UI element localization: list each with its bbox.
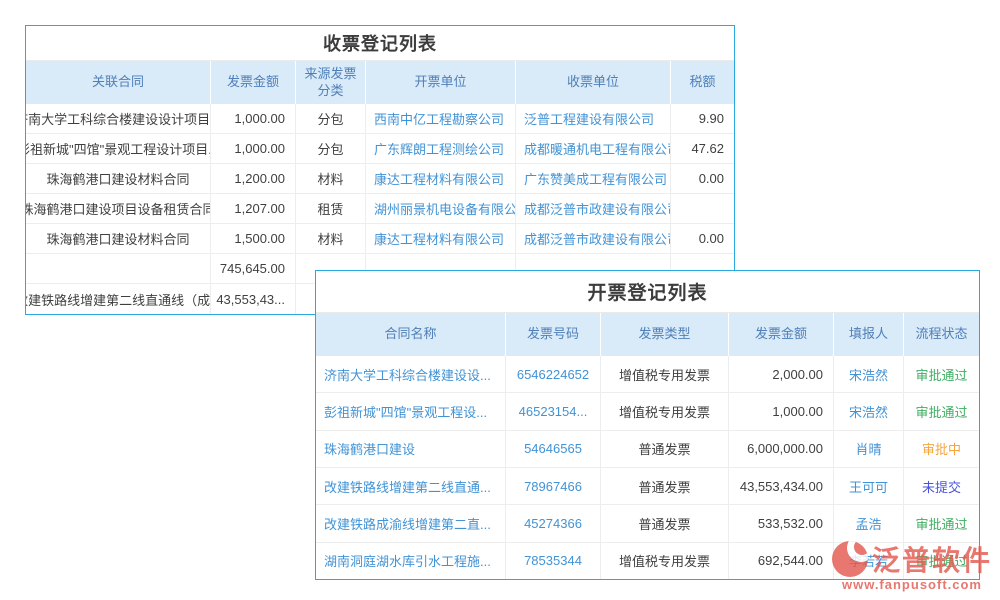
- cell-invoice-number-link[interactable]: 6546224652: [506, 356, 601, 392]
- receipt-table-header: 关联合同 发票金额 来源发票分类 开票单位 收票单位 税额: [26, 61, 734, 104]
- cell-issuing-unit-link[interactable]: 康达工程材料有限公司: [366, 164, 516, 193]
- cell-source-category: 分包: [296, 134, 366, 163]
- cell-source-category: 租赁: [296, 194, 366, 223]
- cell-invoice-number-link[interactable]: 46523154...: [506, 393, 601, 429]
- watermark: 泛普软件 www.fanpusoft.com: [832, 539, 992, 592]
- table-row: 改建铁路成渝线增建第二直... 45274366 普通发票 533,532.00…: [316, 505, 979, 542]
- cell-invoice-type: 增值税专用发票: [601, 543, 729, 579]
- cell-invoice-number-link[interactable]: 54646565: [506, 431, 601, 467]
- cell-invoice-number-link[interactable]: 78535344: [506, 543, 601, 579]
- cell-receiving-unit-link[interactable]: 广东赞美成工程有限公司: [516, 164, 671, 193]
- cell-issuing-unit-link[interactable]: 湖州丽景机电设备有限公司: [366, 194, 516, 223]
- cell-related-contract: 珠海鹤港口建设材料合同: [26, 164, 211, 193]
- cell-invoice-type: 增值税专用发票: [601, 356, 729, 392]
- cell-invoice-amount: 1,000.00: [211, 104, 296, 133]
- cell-flow-status: 审批通过: [904, 356, 979, 392]
- cell-tax-amount: 0.00: [671, 224, 734, 253]
- cell-invoice-amount: 6,000,000.00: [729, 431, 834, 467]
- cell-receiving-unit-link[interactable]: 成都泛普市政建设有限公司: [516, 224, 671, 253]
- cell-invoice-amount: 2,000.00: [729, 356, 834, 392]
- cell-invoice-type: 普通发票: [601, 468, 729, 504]
- table-row: 珠海鹤港口建设材料合同 1,500.00 材料 康达工程材料有限公司 成都泛普市…: [26, 224, 734, 254]
- cell-tax-amount: [671, 194, 734, 223]
- header-flow-status: 流程状态: [904, 313, 979, 356]
- fanpu-logo-icon: [832, 541, 868, 577]
- table-row: 济南大学工科综合楼建设设... 6546224652 增值税专用发票 2,000…: [316, 356, 979, 393]
- cell-source-category: 分包: [296, 104, 366, 133]
- cell-flow-status: 审批通过: [904, 393, 979, 429]
- cell-flow-status: 未提交: [904, 468, 979, 504]
- cell-reporter-link[interactable]: 孟浩: [834, 505, 904, 541]
- cell-invoice-amount: 692,544.00: [729, 543, 834, 579]
- header-invoice-type: 发票类型: [601, 313, 729, 356]
- header-source-category: 来源发票分类: [296, 61, 366, 104]
- cell-related-contract: 珠海鹤港口建设项目设备租赁合同: [26, 194, 211, 223]
- cell-receiving-unit-link[interactable]: 成都暖通机电工程有限公司: [516, 134, 671, 163]
- watermark-brand: 泛普软件: [872, 539, 992, 579]
- cell-issuing-unit-link[interactable]: 西南中亿工程勘察公司: [366, 104, 516, 133]
- header-reporter: 填报人: [834, 313, 904, 356]
- header-invoice-number: 发票号码: [506, 313, 601, 356]
- cell-related-contract: 彭祖新城"四馆"景观工程设计项目...: [26, 134, 211, 163]
- table-row: 珠海鹤港口建设材料合同 1,200.00 材料 康达工程材料有限公司 广东赞美成…: [26, 164, 734, 194]
- watermark-url: www.fanpusoft.com: [832, 577, 992, 592]
- cell-source-category: 材料: [296, 224, 366, 253]
- cell-receiving-unit-link[interactable]: 成都泛普市政建设有限公司: [516, 194, 671, 223]
- cell-invoice-amount: 745,645.00: [211, 254, 296, 283]
- cell-contract-name-link[interactable]: 改建铁路线增建第二线直通...: [316, 468, 506, 504]
- cell-flow-status: 审批中: [904, 431, 979, 467]
- cell-reporter-link[interactable]: 宋浩然: [834, 356, 904, 392]
- invoice-table-header: 合同名称 发票号码 发票类型 发票金额 填报人 流程状态: [316, 313, 979, 356]
- cell-tax-amount: 47.62: [671, 134, 734, 163]
- cell-invoice-number-link[interactable]: 45274366: [506, 505, 601, 541]
- cell-contract-name-link[interactable]: 改建铁路成渝线增建第二直...: [316, 505, 506, 541]
- cell-invoice-amount: 533,532.00: [729, 505, 834, 541]
- receipt-table-title: 收票登记列表: [26, 26, 734, 61]
- table-row: 珠海鹤港口建设 54646565 普通发票 6,000,000.00 肖晴 审批…: [316, 431, 979, 468]
- cell-invoice-amount: 1,000.00: [211, 134, 296, 163]
- cell-reporter-link[interactable]: 宋浩然: [834, 393, 904, 429]
- cell-invoice-amount: 1,500.00: [211, 224, 296, 253]
- cell-issuing-unit-link[interactable]: 康达工程材料有限公司: [366, 224, 516, 253]
- invoice-table-title: 开票登记列表: [316, 271, 979, 313]
- cell-related-contract: 济南大学工科综合楼建设设计项目...: [26, 104, 211, 133]
- cell-invoice-amount: 43,553,43...: [211, 284, 296, 314]
- cell-contract-name-link[interactable]: 济南大学工科综合楼建设设...: [316, 356, 506, 392]
- cell-tax-amount: 0.00: [671, 164, 734, 193]
- header-receiving-unit: 收票单位: [516, 61, 671, 104]
- cell-invoice-type: 增值税专用发票: [601, 393, 729, 429]
- cell-invoice-type: 普通发票: [601, 431, 729, 467]
- cell-flow-status: 审批通过: [904, 505, 979, 541]
- cell-contract-name-link[interactable]: 珠海鹤港口建设: [316, 431, 506, 467]
- table-row: 彭祖新城"四馆"景观工程设... 46523154... 增值税专用发票 1,0…: [316, 393, 979, 430]
- cell-invoice-number-link[interactable]: 78967466: [506, 468, 601, 504]
- table-row: 珠海鹤港口建设项目设备租赁合同 1,207.00 租赁 湖州丽景机电设备有限公司…: [26, 194, 734, 224]
- header-tax-amount: 税额: [671, 61, 734, 104]
- table-row: 改建铁路线增建第二线直通... 78967466 普通发票 43,553,434…: [316, 468, 979, 505]
- cell-reporter-link[interactable]: 王可可: [834, 468, 904, 504]
- header-issuing-unit: 开票单位: [366, 61, 516, 104]
- cell-reporter-link[interactable]: 肖晴: [834, 431, 904, 467]
- cell-invoice-amount: 1,000.00: [729, 393, 834, 429]
- table-row: 彭祖新城"四馆"景观工程设计项目... 1,000.00 分包 广东辉朗工程测绘…: [26, 134, 734, 164]
- cell-issuing-unit-link[interactable]: 广东辉朗工程测绘公司: [366, 134, 516, 163]
- cell-invoice-amount: 1,200.00: [211, 164, 296, 193]
- cell-tax-amount: 9.90: [671, 104, 734, 133]
- header-related-contract: 关联合同: [26, 61, 211, 104]
- header-invoice-amount: 发票金额: [729, 313, 834, 356]
- cell-related-contract: 改建铁路线增建第二线直通线（成...: [26, 284, 211, 314]
- cell-related-contract: [26, 254, 211, 283]
- cell-receiving-unit-link[interactable]: 泛普工程建设有限公司: [516, 104, 671, 133]
- cell-contract-name-link[interactable]: 彭祖新城"四馆"景观工程设...: [316, 393, 506, 429]
- cell-invoice-type: 普通发票: [601, 505, 729, 541]
- invoice-register-table: 开票登记列表 合同名称 发票号码 发票类型 发票金额 填报人 流程状态 济南大学…: [315, 270, 980, 580]
- table-row: 济南大学工科综合楼建设设计项目... 1,000.00 分包 西南中亿工程勘察公…: [26, 104, 734, 134]
- cell-invoice-amount: 43,553,434.00: [729, 468, 834, 504]
- header-invoice-amount: 发票金额: [211, 61, 296, 104]
- cell-related-contract: 珠海鹤港口建设材料合同: [26, 224, 211, 253]
- cell-source-category: 材料: [296, 164, 366, 193]
- header-contract-name: 合同名称: [316, 313, 506, 356]
- cell-contract-name-link[interactable]: 湖南洞庭湖水库引水工程施...: [316, 543, 506, 579]
- cell-invoice-amount: 1,207.00: [211, 194, 296, 223]
